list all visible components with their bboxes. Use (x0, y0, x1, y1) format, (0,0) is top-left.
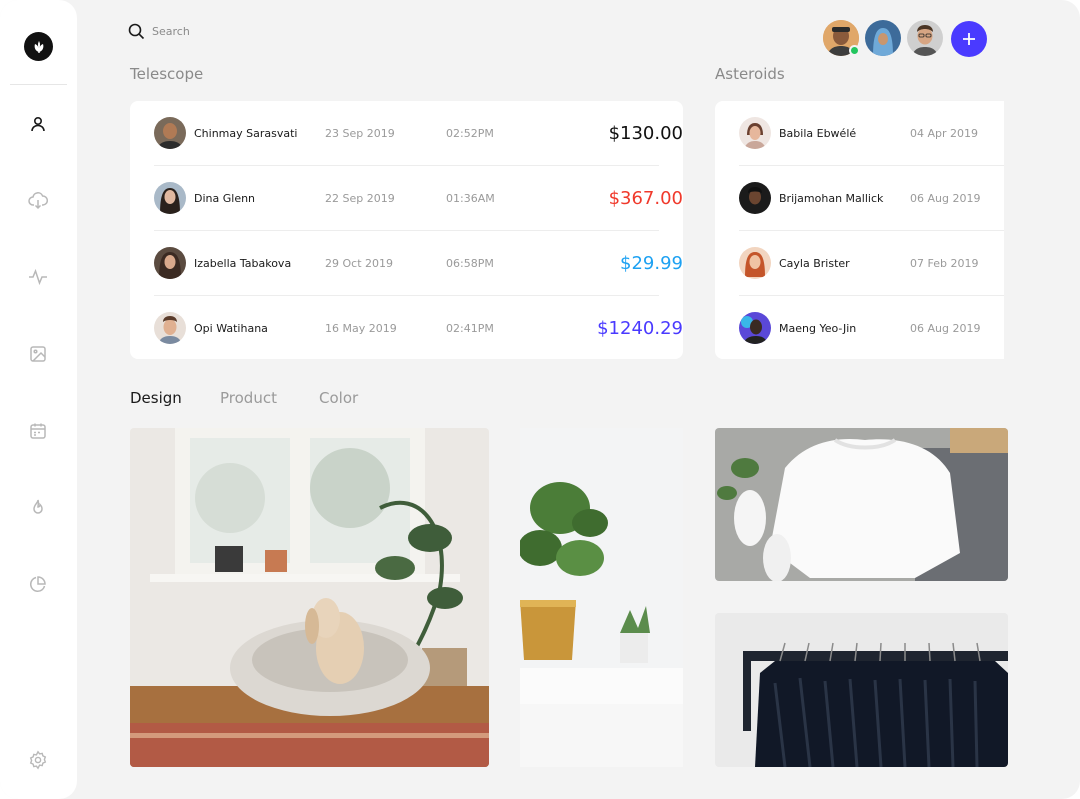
row-time: 01:36AM (446, 191, 495, 205)
list-item[interactable]: Maeng Yeo-Jin 06 Aug 2019 (739, 296, 1004, 360)
settings-icon[interactable] (26, 748, 50, 772)
row-name: Izabella Tabakova (194, 256, 292, 270)
tab-product[interactable]: Product (220, 389, 277, 407)
table-row[interactable]: Izabella Tabakova 29 Oct 2019 06:58PM $2… (154, 231, 683, 295)
row-name: Chinmay Sarasvati (194, 126, 298, 140)
row-name: Cayla Brister (779, 256, 850, 270)
pie-chart-icon[interactable] (26, 572, 50, 596)
plus-icon (963, 33, 975, 45)
avatar (154, 312, 186, 344)
calendar-icon[interactable] (26, 419, 50, 443)
activity-icon[interactable] (26, 265, 50, 289)
sidebar-divider (10, 84, 67, 85)
avatar (739, 117, 771, 149)
cloud-download-icon[interactable] (26, 189, 50, 213)
row-amount: $367.00 (608, 187, 683, 209)
table-row[interactable]: Chinmay Sarasvati 23 Sep 2019 02:52PM $1… (154, 101, 683, 165)
table-row[interactable]: Opi Watihana 16 May 2019 02:41PM $1240.2… (154, 296, 683, 360)
sidebar (0, 0, 77, 799)
row-name: Opi Watihana (194, 321, 268, 335)
row-date: 23 Sep 2019 (325, 126, 395, 140)
user-icon[interactable] (26, 112, 50, 136)
avatar (739, 182, 771, 214)
row-time: 02:41PM (446, 321, 494, 335)
row-date: 29 Oct 2019 (325, 256, 394, 270)
asteroids-title: Asteroids (715, 65, 785, 83)
row-date: 16 May 2019 (325, 321, 397, 335)
leaf-logo-icon[interactable] (24, 32, 53, 61)
row-date: 06 Aug 2019 (910, 191, 981, 205)
row-name: Babila Ebwélé (779, 126, 857, 140)
image-icon[interactable] (26, 342, 50, 366)
row-amount: $29.99 (620, 252, 683, 274)
row-name: Dina Glenn (194, 191, 256, 205)
photo-plants[interactable] (520, 428, 683, 767)
search-bar[interactable] (128, 21, 312, 41)
avatar-2[interactable] (865, 20, 901, 56)
avatar (154, 247, 186, 279)
photo-dog-bed[interactable] (130, 428, 489, 767)
list-item[interactable]: Babila Ebwélé 04 Apr 2019 (739, 101, 1004, 165)
add-button[interactable] (951, 21, 987, 57)
list-item[interactable]: Cayla Brister 07 Feb 2019 (739, 231, 1004, 295)
online-status-indicator (849, 45, 860, 56)
row-name: Brijamohan Mallick (779, 191, 884, 205)
tab-color[interactable]: Color (319, 389, 358, 407)
row-date: 22 Sep 2019 (325, 191, 395, 205)
avatar (154, 117, 186, 149)
avatar (739, 247, 771, 279)
flame-icon[interactable] (26, 495, 50, 519)
search-input[interactable] (152, 24, 312, 38)
avatar-3[interactable] (907, 20, 943, 56)
asteroids-card: Babila Ebwélé 04 Apr 2019 Brijamohan Mal… (715, 101, 1004, 359)
photo-clothing-rack[interactable] (715, 613, 1008, 767)
table-row[interactable]: Dina Glenn 22 Sep 2019 01:36AM $367.00 (154, 166, 683, 230)
row-name: Maeng Yeo-Jin (779, 321, 857, 335)
tab-design[interactable]: Design (130, 389, 182, 407)
app-window: Telescope Chinmay Sarasvati 23 Sep 2019 … (0, 0, 1080, 799)
row-date: 07 Feb 2019 (910, 256, 979, 270)
photo-sweatshirt[interactable] (715, 428, 1008, 581)
list-item[interactable]: Brijamohan Mallick 06 Aug 2019 (739, 166, 1004, 230)
row-amount: $1240.29 (597, 317, 683, 339)
row-date: 06 Aug 2019 (910, 321, 981, 335)
row-time: 02:52PM (446, 126, 494, 140)
row-date: 04 Apr 2019 (910, 126, 979, 140)
telescope-card: Chinmay Sarasvati 23 Sep 2019 02:52PM $1… (130, 101, 683, 359)
telescope-title: Telescope (130, 65, 204, 83)
search-icon (128, 23, 145, 39)
row-time: 06:58PM (446, 256, 494, 270)
avatar (154, 182, 186, 214)
row-amount: $130.00 (608, 122, 683, 144)
avatar (739, 312, 771, 344)
